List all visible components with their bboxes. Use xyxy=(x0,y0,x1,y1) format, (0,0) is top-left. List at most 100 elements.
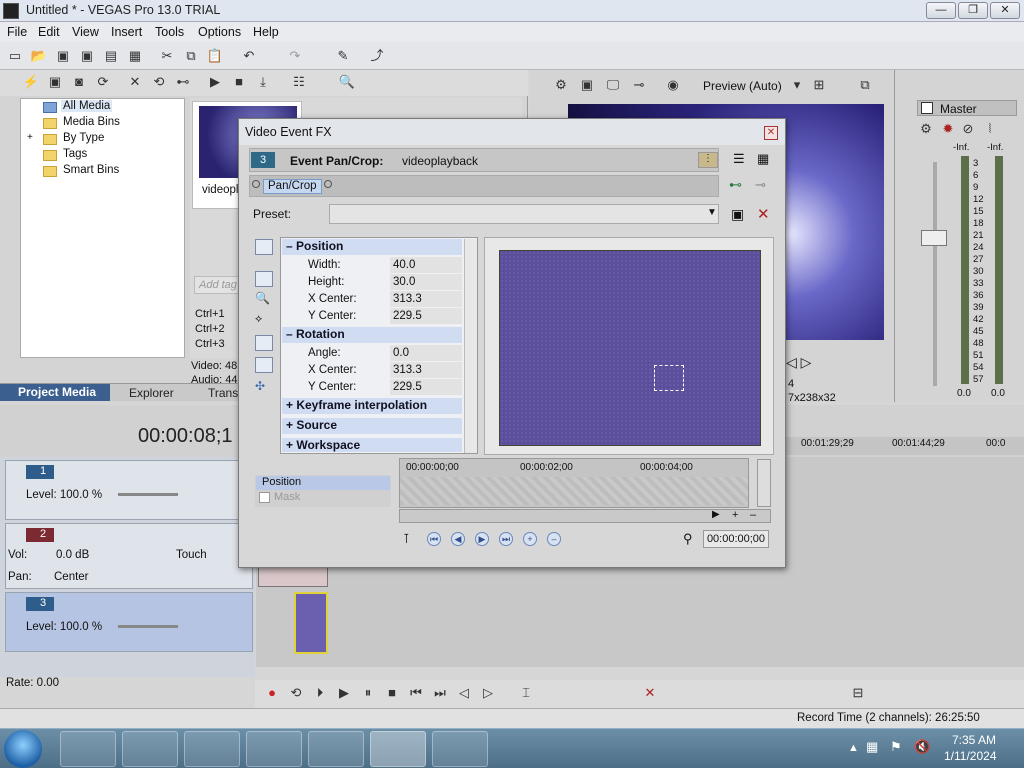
prop-width[interactable]: Width: 40.0 xyxy=(282,257,462,274)
next-frame-icon[interactable]: ▷ xyxy=(479,684,497,702)
scroll-right-icon[interactable]: ▶ xyxy=(712,509,720,520)
group-position[interactable]: – Position xyxy=(282,239,462,255)
tab-explorer[interactable]: Explorer xyxy=(129,386,174,400)
overlay-icon[interactable]: ◉ xyxy=(664,76,682,94)
grid-icon[interactable]: ⊞ xyxy=(810,76,828,94)
prop-y-center[interactable]: Y Center: 229.5 xyxy=(282,308,462,325)
save-preset-icon[interactable]: ▣ xyxy=(731,206,744,223)
show-properties-icon[interactable] xyxy=(255,239,273,255)
copy-snapshot-icon[interactable]: ⧉ xyxy=(856,76,874,94)
action-center-icon[interactable]: ⚑ xyxy=(890,739,902,755)
tab-transitions[interactable]: Transi xyxy=(208,386,241,400)
keyboard-app-icon[interactable] xyxy=(308,731,364,767)
first-keyframe-icon[interactable]: ⏮ xyxy=(427,532,441,546)
record-icon[interactable]: ● xyxy=(263,684,281,702)
level-slider[interactable] xyxy=(118,493,178,496)
delete-keyframe-icon[interactable]: – xyxy=(547,532,561,546)
prop-rotation-y-center[interactable]: Y Center: 229.5 xyxy=(282,379,462,396)
refresh-icon[interactable]: ⟳ xyxy=(94,73,112,91)
zoom-out-icon[interactable]: – xyxy=(750,509,756,521)
save-icon[interactable]: ▣ xyxy=(54,47,72,65)
import-media-icon[interactable]: ⚡ xyxy=(22,73,40,91)
cut-icon[interactable]: ✂ xyxy=(158,47,176,65)
preview-settings-icon[interactable]: ⚙ xyxy=(552,76,570,94)
preview-transport-icons[interactable]: ◁ ▷ xyxy=(786,354,811,371)
plugin-pan-crop-button[interactable]: Pan/Crop xyxy=(263,179,322,194)
move-freely-icon[interactable]: ✣ xyxy=(255,379,273,395)
internet-explorer-icon[interactable] xyxy=(60,731,116,767)
properties-icon[interactable]: ▦ xyxy=(126,47,144,65)
preview-quality-select[interactable]: Preview (Auto) xyxy=(703,79,782,93)
enable-snapping-icon[interactable]: ✎ xyxy=(334,47,352,65)
stop-icon[interactable]: ■ xyxy=(230,73,248,91)
menu-edit[interactable]: Edit xyxy=(38,25,60,39)
copy-icon[interactable]: ⧉ xyxy=(182,47,200,65)
maximize-button[interactable]: ❐ xyxy=(958,2,988,19)
start-button[interactable] xyxy=(4,730,42,768)
chain-view-icon[interactable]: ⋮ xyxy=(698,152,718,168)
control-panel-icon[interactable] xyxy=(432,731,488,767)
lock-aspect-icon[interactable]: ⟡ xyxy=(255,313,273,329)
split-screen-icon[interactable]: ⊸ xyxy=(630,76,648,94)
preset-dropdown-icon[interactable]: ▼ xyxy=(707,207,717,218)
menu-options[interactable]: Options xyxy=(198,25,241,39)
level-slider[interactable] xyxy=(118,625,178,628)
save-as-icon[interactable]: ▣ xyxy=(78,47,96,65)
media-fx-icon[interactable]: ⟲ xyxy=(150,73,168,91)
auto-ripple-icon[interactable]: ⤴ xyxy=(368,47,386,65)
new-icon[interactable]: ▭ xyxy=(6,47,24,65)
zoom-in-icon[interactable]: + xyxy=(732,509,738,521)
mute-icon[interactable]: ⊘ xyxy=(959,120,977,138)
tab-project-media[interactable]: Project Media xyxy=(0,384,110,401)
expand-icon[interactable]: + xyxy=(27,132,33,143)
keyframe-strip[interactable] xyxy=(400,477,748,505)
clock-time[interactable]: 7:35 AM xyxy=(952,733,996,747)
play-icon[interactable]: ▶ xyxy=(206,73,224,91)
sync-cursor-icon[interactable]: ⊺ xyxy=(403,531,410,547)
track-header-1[interactable]: 1 Level: 100.0 % xyxy=(5,460,253,520)
add-keyframe-icon[interactable]: + xyxy=(523,532,537,546)
group-workspace[interactable]: + Workspace xyxy=(282,438,462,452)
master-fader[interactable] xyxy=(921,230,947,246)
link-icon[interactable]: ⊷ xyxy=(174,73,192,91)
audio-clip[interactable] xyxy=(258,565,328,587)
vegas-taskbar-icon[interactable] xyxy=(370,731,426,767)
open-icon[interactable]: 📂 xyxy=(30,47,48,65)
kf-row-position[interactable]: Position xyxy=(256,476,390,490)
properties-scrollbar[interactable] xyxy=(464,239,477,453)
previous-frame-icon[interactable]: ◁ xyxy=(455,684,473,702)
prop-height[interactable]: Height: 30.0 xyxy=(282,274,462,291)
search-icon[interactable]: 🔍 xyxy=(338,73,356,91)
views-icon[interactable]: ☷ xyxy=(290,73,308,91)
menu-view[interactable]: View xyxy=(72,25,99,39)
capture-icon[interactable]: ▣ xyxy=(46,73,64,91)
bus-fx-icon[interactable]: ⚙ xyxy=(917,120,935,138)
prop-x-center[interactable]: X Center: 313.3 xyxy=(282,291,462,308)
lock-envelopes-icon[interactable]: ⊟ xyxy=(849,684,867,702)
track-header-2[interactable]: 2 Vol: 0.0 dB Touch Pan: Center xyxy=(5,523,253,589)
track-header-3[interactable]: 3 Level: 100.0 % xyxy=(5,592,253,652)
file-explorer-icon[interactable] xyxy=(122,731,178,767)
remove-icon[interactable]: ✕ xyxy=(126,73,144,91)
prop-rotation-x-center[interactable]: X Center: 313.3 xyxy=(282,362,462,379)
zoom-icon[interactable]: 🔍 xyxy=(255,291,273,307)
prop-angle[interactable]: Angle: 0.0 xyxy=(282,345,462,362)
group-keyframe-interpolation[interactable]: + Keyframe interpolation xyxy=(282,398,462,414)
chrome-icon[interactable] xyxy=(246,731,302,767)
fx-grid-icon[interactable]: ▦ xyxy=(757,151,769,167)
keyframe-timeline[interactable]: 00:00:00;00 00:00:02;00 00:00:04;00 xyxy=(399,458,749,508)
preset-select[interactable]: ▼ xyxy=(329,204,719,224)
clock-date[interactable]: 1/11/2024 xyxy=(944,749,997,763)
paste-icon[interactable]: 📋 xyxy=(206,47,224,65)
stretch-to-fill-icon[interactable] xyxy=(255,357,273,373)
kf-vertical-scroll[interactable] xyxy=(757,459,771,507)
minimize-button[interactable]: — xyxy=(926,2,956,19)
preview-device-icon[interactable]: ▣ xyxy=(578,76,596,94)
normal-edit-tool-icon[interactable]: ⌶ xyxy=(517,684,535,702)
menu-help[interactable]: Help xyxy=(253,25,279,39)
volume-muted-icon[interactable]: 🔇 xyxy=(914,739,930,755)
keyframe-scrollbar[interactable]: ▶ + – xyxy=(399,509,771,523)
last-keyframe-icon[interactable]: ⏭ xyxy=(499,532,513,546)
automation-mode[interactable]: Touch xyxy=(176,549,207,561)
menu-tools[interactable]: Tools xyxy=(155,25,184,39)
